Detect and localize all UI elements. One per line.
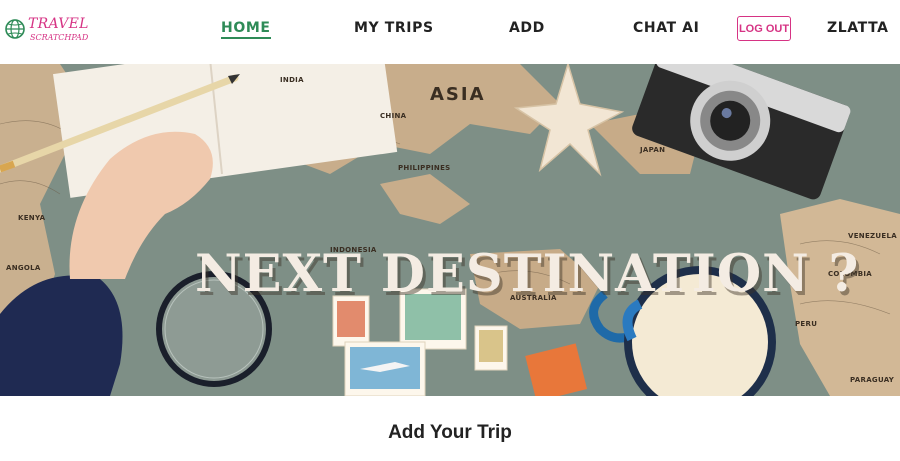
nav-home-link[interactable]: HOME	[221, 20, 271, 39]
section-title: Add Your Trip	[388, 422, 512, 443]
map-label-india: INDIA	[280, 76, 304, 84]
map-label-peru: PERU	[795, 320, 818, 328]
brand-name-line2: SCRATCHPAD	[30, 33, 89, 42]
brand-logo[interactable]: TRAVEL SCRATCHPAD	[4, 13, 88, 49]
map-label-venezuela: VENEZUELA	[848, 232, 897, 240]
map-label-kenya: KENYA	[18, 214, 46, 222]
globe-icon	[5, 19, 25, 39]
nav-add-link[interactable]: ADD	[509, 20, 545, 36]
hero-banner: ASIA PHILIPPINES INDONESIA AUSTRALIA COL…	[0, 64, 900, 396]
hero-headline: NEXT DESTINATION ?	[195, 244, 860, 304]
nav-chat-ai-link[interactable]: CHAT AI	[633, 20, 699, 36]
logout-button[interactable]: LOG OUT	[737, 16, 791, 41]
add-trip-section: Add Your Trip	[0, 396, 900, 461]
brand-name-line1: TRAVEL	[28, 16, 89, 32]
map-label-china: CHINA	[380, 112, 407, 120]
top-navbar: TRAVEL SCRATCHPAD HOME MY TRIPS ADD CHAT…	[0, 0, 900, 64]
map-label-philippines: PHILIPPINES	[398, 164, 451, 172]
map-label-paraguay: PARAGUAY	[850, 376, 895, 384]
hero-illustration	[0, 64, 900, 396]
map-label-japan: JAPAN	[640, 146, 666, 154]
map-label-angola: ANGOLA	[6, 264, 41, 272]
user-name-link[interactable]: ZLATTA	[827, 20, 889, 36]
nav-my-trips-link[interactable]: MY TRIPS	[354, 20, 434, 36]
map-label-asia: ASIA	[430, 84, 486, 105]
